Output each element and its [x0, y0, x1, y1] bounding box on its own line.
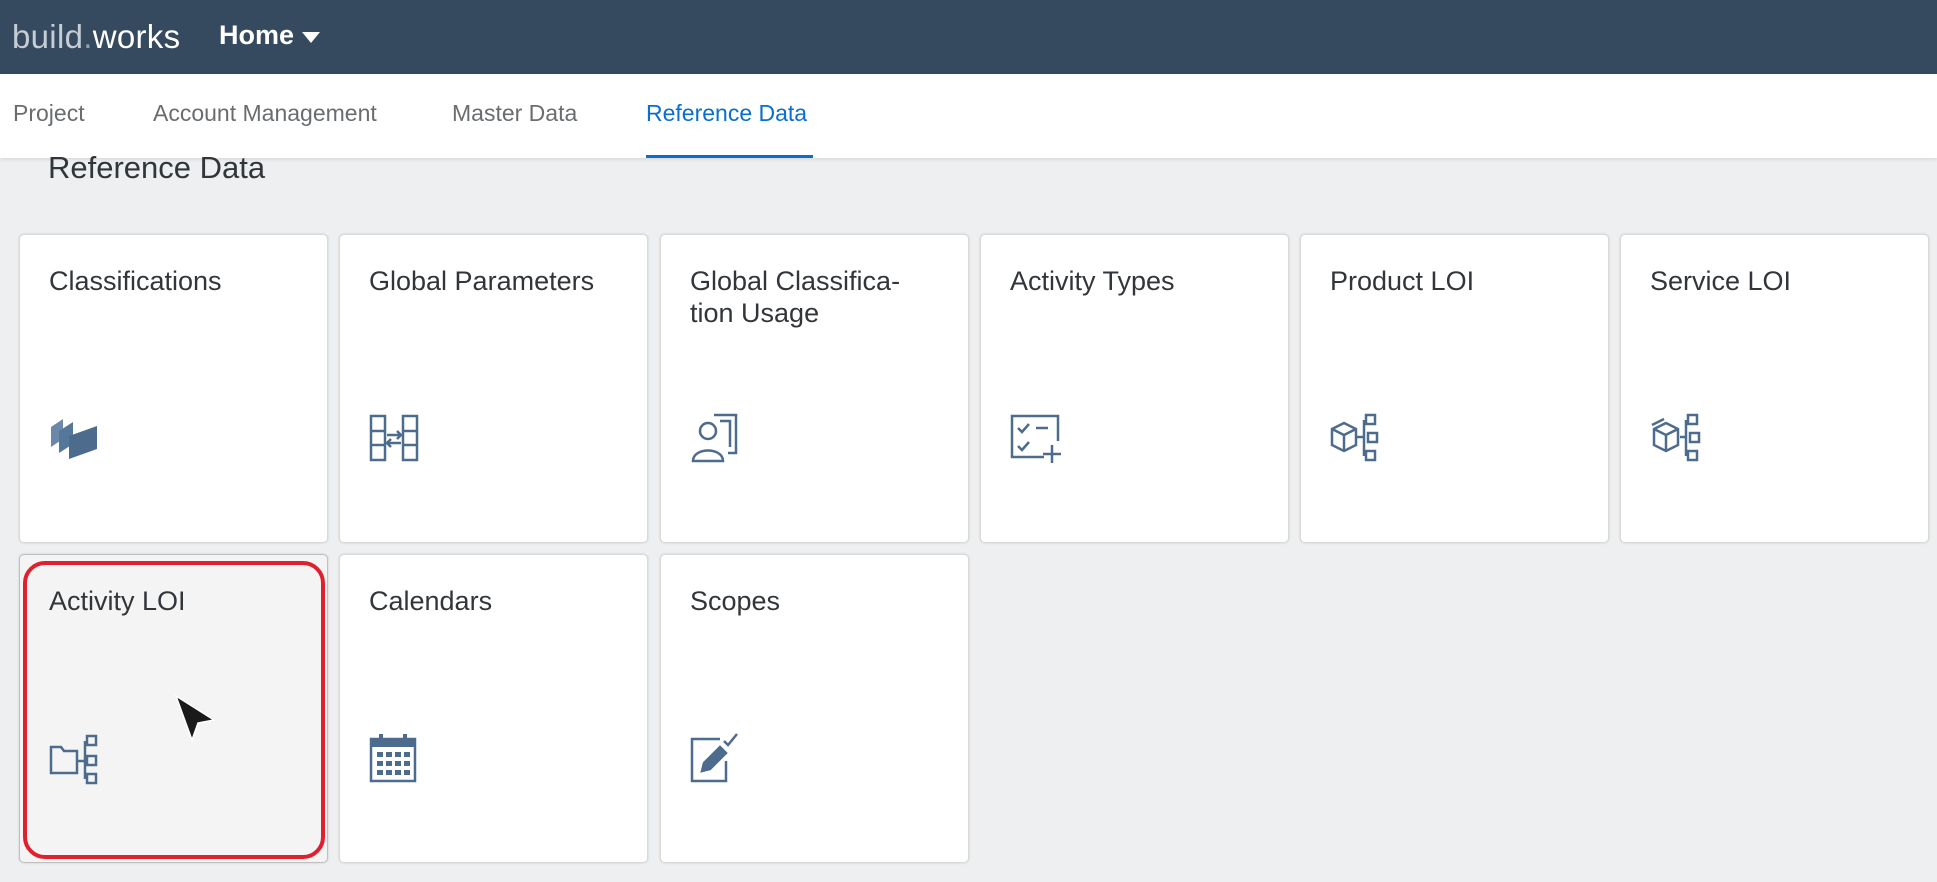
- tile-title: Calendars: [369, 586, 493, 616]
- tile-title-text: Global Classifica- tion Usage: [690, 266, 901, 328]
- scopes-icon: [690, 733, 740, 783]
- tile-title: Global Parameters: [369, 266, 595, 296]
- activity-loi-icon: [49, 733, 101, 785]
- tile-calendars[interactable]: Calendars: [339, 554, 648, 863]
- tile-title: Classifications: [49, 266, 222, 296]
- shell-bar: build.works Home: [0, 0, 1937, 74]
- product-loi-icon: [1330, 413, 1382, 465]
- service-loi-icon: [1650, 413, 1702, 465]
- tab-master-data[interactable]: Master Data: [452, 74, 577, 158]
- tile-title: Product LOI: [1330, 266, 1475, 296]
- tile-product-loi[interactable]: Product LOI: [1300, 234, 1609, 543]
- tile-title: Scopes: [690, 586, 781, 616]
- calendar-icon: [369, 733, 419, 783]
- classifications-icon: [49, 413, 99, 463]
- tab-project[interactable]: Project: [13, 74, 85, 158]
- tile-service-loi[interactable]: Service LOI: [1620, 234, 1929, 543]
- tile-title: Activity LOI: [49, 586, 186, 616]
- logo-text-works: works: [92, 18, 181, 55]
- section-title: Reference Data: [48, 150, 266, 185]
- tile-global-classification-usage[interactable]: Global Classifica- tion Usage: [660, 234, 969, 543]
- tile-title: Global Classifica- tion Usage: [690, 265, 935, 329]
- global-parameters-icon: [369, 413, 419, 463]
- tile-activity-types[interactable]: Activity Types: [980, 234, 1289, 543]
- home-menu-label: Home: [219, 20, 295, 50]
- tile-classifications[interactable]: Classifications: [19, 234, 328, 543]
- classification-usage-icon: [690, 413, 742, 465]
- tab-account-management[interactable]: Account Management: [153, 74, 377, 158]
- logo-text-build: build: [12, 18, 84, 55]
- mouse-pointer-icon: [174, 694, 220, 749]
- tile-global-parameters[interactable]: Global Parameters: [339, 234, 648, 543]
- caret-down-icon: [302, 31, 321, 43]
- tile-scopes[interactable]: Scopes: [660, 554, 969, 863]
- app-logo[interactable]: build.works: [12, 18, 180, 56]
- activity-types-icon: [1010, 413, 1062, 465]
- tile-title: Activity Types: [1010, 266, 1175, 296]
- logo-text-dot: .: [83, 18, 93, 55]
- home-menu-button[interactable]: Home: [219, 20, 321, 51]
- tile-title: Service LOI: [1650, 266, 1792, 296]
- tab-bar: Project Account Management Master Data R…: [0, 74, 1937, 158]
- tab-reference-data[interactable]: Reference Data: [646, 74, 813, 158]
